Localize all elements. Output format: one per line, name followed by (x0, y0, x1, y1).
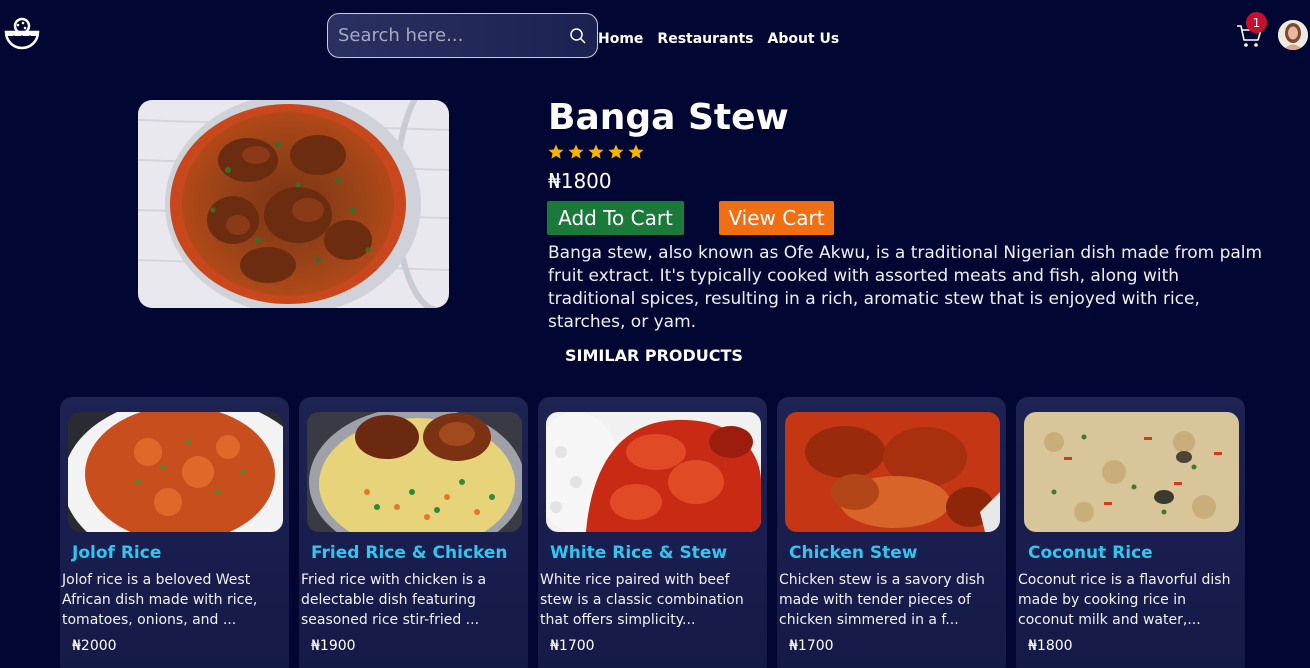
nav-about-link[interactable]: About Us (767, 31, 839, 47)
product-card-price: ₦1700 (550, 638, 595, 654)
product-card-title[interactable]: Fried Rice & Chicken (311, 543, 508, 563)
product-card-title[interactable]: Chicken Stew (789, 543, 918, 563)
product-description: Banga stew, also known as Ofe Akwu, is a… (548, 243, 1263, 332)
product-card-description: Coconut rice is a flavorful dish made by… (1018, 572, 1231, 628)
user-avatar[interactable] (1278, 20, 1308, 50)
add-to-cart-button[interactable]: Add To Cart (547, 201, 684, 235)
product-card-price: ₦1900 (311, 638, 356, 654)
product-card-description: Jolof rice is a beloved West African dis… (62, 572, 258, 628)
product-rating (547, 143, 645, 161)
product-title: Banga Stew (548, 97, 789, 138)
nav-restaurants-link[interactable]: Restaurants (657, 31, 753, 47)
product-card[interactable]: White Rice & Stew White rice paired with… (538, 397, 767, 668)
star-icon (608, 144, 624, 159)
search-input[interactable] (338, 25, 569, 46)
search-box[interactable] (327, 13, 598, 58)
product-card-image (68, 412, 283, 532)
product-card-title[interactable]: Jolof Rice (72, 543, 161, 563)
star-icon (588, 144, 604, 159)
similar-products-list: Jolof Rice Jolof rice is a beloved West … (60, 397, 1245, 668)
product-card-title[interactable]: Coconut Rice (1028, 543, 1153, 563)
product-card-description: Chicken stew is a savory dish made with … (779, 572, 985, 628)
product-card-image (785, 412, 1000, 532)
product-card[interactable]: Chicken Stew Chicken stew is a savory di… (777, 397, 1006, 668)
view-cart-button[interactable]: View Cart (719, 201, 834, 235)
product-card-image (307, 412, 522, 532)
product-card-image (1024, 412, 1239, 532)
nav-home-link[interactable]: Home (598, 31, 643, 47)
star-icon (548, 144, 564, 159)
product-card[interactable]: Jolof Rice Jolof rice is a beloved West … (60, 397, 289, 668)
main-nav: Home Restaurants About Us (598, 31, 839, 47)
similar-products-heading: SIMILAR PRODUCTS (565, 346, 743, 365)
product-image (138, 100, 449, 308)
product-card-description: Fried rice with chicken is a delectable … (301, 572, 487, 628)
product-card-description: White rice paired with beef stew is a cl… (540, 572, 744, 628)
cart-count-badge: 1 (1246, 12, 1267, 33)
star-icon (628, 144, 644, 159)
product-card[interactable]: Fried Rice & Chicken Fried rice with chi… (299, 397, 528, 668)
search-icon[interactable] (569, 27, 587, 45)
product-card-price: ₦1700 (789, 638, 834, 654)
product-card-image (546, 412, 761, 532)
product-card[interactable]: Coconut Rice Coconut rice is a flavorful… (1016, 397, 1245, 668)
bowl-logo-icon[interactable] (3, 15, 41, 53)
product-card-price: ₦1800 (1028, 638, 1073, 654)
star-icon (568, 144, 584, 159)
product-card-price: ₦2000 (72, 638, 117, 654)
product-card-title[interactable]: White Rice & Stew (550, 543, 727, 563)
product-price: ₦1800 (548, 169, 612, 193)
